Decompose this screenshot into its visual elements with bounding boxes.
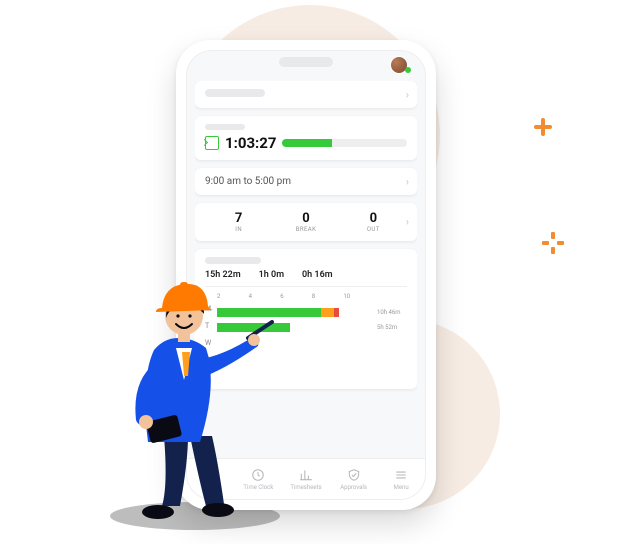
timer-progress bbox=[282, 139, 407, 147]
presence-dot bbox=[405, 67, 411, 73]
shield-check-icon bbox=[347, 468, 361, 482]
timer-value: 1:03:27 bbox=[225, 134, 276, 152]
chevron-right-icon: › bbox=[406, 88, 409, 101]
placeholder-bar bbox=[205, 124, 245, 130]
stat-out: 0 OUT bbox=[340, 211, 407, 233]
placeholder-bar bbox=[205, 89, 265, 97]
chart-icon bbox=[299, 468, 313, 482]
header-card[interactable]: › bbox=[195, 81, 417, 108]
chevron-right-icon: › bbox=[406, 175, 409, 188]
placeholder-bar bbox=[205, 257, 261, 264]
sparkle-icon bbox=[542, 232, 564, 254]
chevron-right-icon: › bbox=[406, 216, 409, 229]
stat-break: 0 BREAK bbox=[272, 211, 339, 233]
stat-in: 7 IN bbox=[205, 211, 272, 233]
worker-illustration bbox=[96, 268, 296, 528]
schedule-range: 9:00 am to 5:00 pm bbox=[205, 176, 291, 187]
schedule-card[interactable]: 9:00 am to 5:00 pm › bbox=[195, 168, 417, 195]
tab-menu[interactable]: Menu bbox=[377, 459, 425, 499]
total-3: 0h 16m bbox=[302, 270, 333, 280]
tab-approvals[interactable]: Approvals bbox=[330, 459, 378, 499]
clock-in-icon bbox=[205, 136, 219, 150]
timer-card[interactable]: 1:03:27 bbox=[195, 116, 417, 160]
menu-icon bbox=[394, 468, 408, 482]
phone-notch bbox=[279, 57, 333, 67]
sparkle-icon bbox=[534, 118, 552, 136]
attendance-stats-card[interactable]: 7 IN 0 BREAK 0 OUT › bbox=[195, 203, 417, 241]
